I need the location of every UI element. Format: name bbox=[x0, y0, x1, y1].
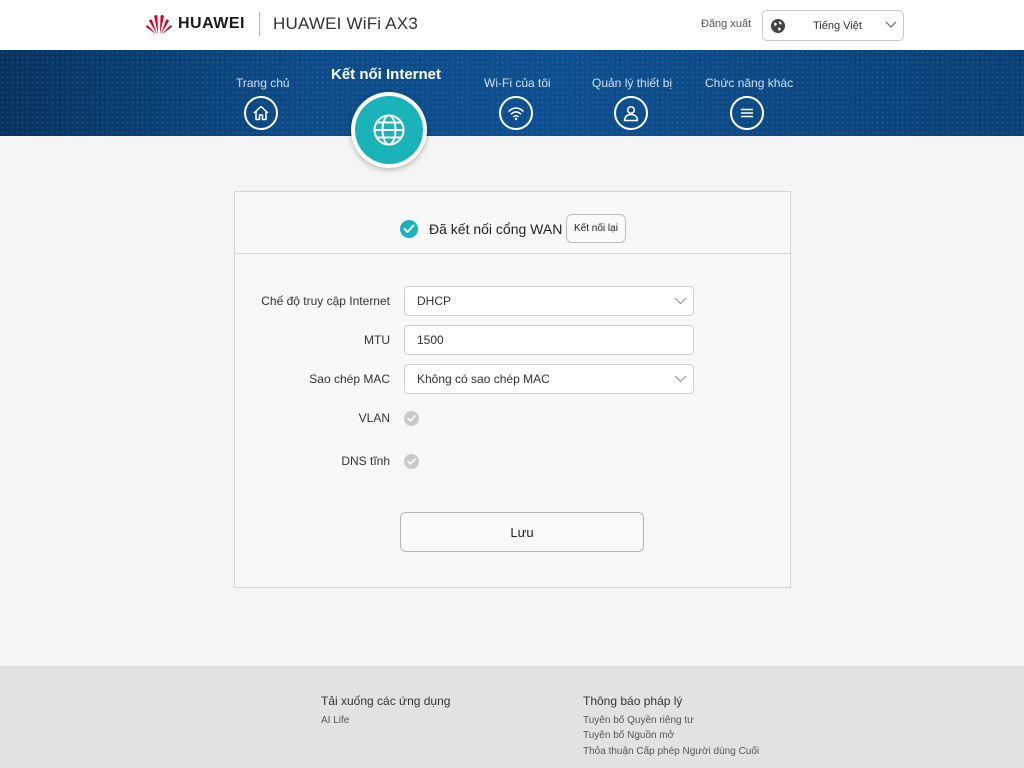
reconnect-button[interactable]: Kết nối lại bbox=[566, 214, 626, 243]
vlan-checkbox[interactable] bbox=[404, 411, 419, 426]
brand-name: HUAWEI bbox=[178, 15, 245, 32]
vlan-label: VLAN bbox=[358, 411, 390, 425]
main-nav: Trang chủ Kết nối Internet Wi-Fi của tôi… bbox=[0, 50, 1024, 136]
footer-link-eula[interactable]: Thỏa thuận Cấp phép Người dùng Cuối bbox=[583, 746, 759, 757]
footer-apps-title: Tải xuống các ứng dụng bbox=[321, 694, 451, 708]
product-name: HUAWEI WiFi AX3 bbox=[273, 14, 418, 33]
connection-status: Đã kết nối cổng WAN Kết nối lại bbox=[235, 192, 790, 254]
access-mode-select[interactable]: DHCP bbox=[404, 286, 694, 316]
logo-divider bbox=[259, 12, 260, 36]
chevron-down-icon bbox=[674, 297, 687, 305]
nav-label-devices: Quản lý thiết bị bbox=[592, 76, 673, 90]
mac-clone-select[interactable]: Không có sao chép MAC bbox=[404, 364, 694, 394]
mac-clone-label: Sao chép MAC bbox=[309, 372, 390, 386]
language-label: Tiếng Việt bbox=[813, 20, 862, 32]
wifi-icon[interactable] bbox=[499, 96, 533, 130]
logo: HUAWEI HUAWEI WiFi AX3 bbox=[145, 12, 418, 36]
language-select[interactable]: Tiếng Việt bbox=[762, 10, 904, 41]
status-text: Đã kết nối cổng WAN bbox=[429, 221, 563, 237]
static-dns-label: DNS tĩnh bbox=[341, 454, 390, 468]
mac-clone-value: Không có sao chép MAC bbox=[417, 372, 550, 386]
nav-item-devices[interactable]: Quản lý thiết bị bbox=[592, 76, 672, 90]
footer-link-ai-life[interactable]: AI Life bbox=[321, 715, 349, 726]
nav-label-internet[interactable]: Kết nối Internet bbox=[331, 66, 441, 83]
logout-link[interactable]: Đăng xuất bbox=[701, 18, 751, 30]
footer-link-privacy[interactable]: Tuyên bố Quyền riêng tư bbox=[583, 715, 694, 726]
user-icon[interactable] bbox=[614, 96, 648, 130]
chevron-down-icon bbox=[674, 375, 687, 383]
nav-label-more: Chức năng khác bbox=[705, 76, 794, 90]
nav-item-wifi[interactable]: Wi-Fi của tôi bbox=[484, 76, 551, 90]
access-mode-label: Chế độ truy cập Internet bbox=[261, 294, 390, 308]
top-bar: HUAWEI HUAWEI WiFi AX3 Đăng xuất Tiếng V… bbox=[0, 0, 1024, 50]
save-button[interactable]: Lưu bbox=[400, 512, 644, 552]
nav-active-inner bbox=[355, 96, 423, 164]
static-dns-checkbox[interactable] bbox=[404, 454, 419, 469]
nav-item-internet-active[interactable] bbox=[351, 92, 427, 168]
chevron-down-icon bbox=[885, 21, 897, 28]
internet-settings-card: Đã kết nối cổng WAN Kết nối lại Chế độ t… bbox=[234, 191, 791, 588]
footer-legal-title: Thông báo pháp lý bbox=[583, 694, 683, 708]
globe-icon bbox=[771, 19, 785, 33]
mtu-input[interactable] bbox=[404, 325, 694, 355]
home-icon[interactable] bbox=[244, 96, 278, 130]
access-mode-value: DHCP bbox=[417, 294, 452, 308]
mtu-label: MTU bbox=[364, 333, 390, 347]
nav-item-home[interactable]: Trang chủ bbox=[236, 76, 290, 90]
huawei-logo-icon bbox=[146, 15, 172, 35]
menu-icon[interactable] bbox=[730, 96, 764, 130]
footer-link-open-source[interactable]: Tuyên bố Nguồn mở bbox=[583, 730, 674, 741]
globe-icon bbox=[373, 114, 405, 146]
nav-label-home: Trang chủ bbox=[236, 76, 290, 90]
check-icon bbox=[407, 415, 416, 422]
nav-label-wifi: Wi-Fi của tôi bbox=[484, 76, 551, 90]
footer: Tải xuống các ứng dụng AI Life Thông báo… bbox=[0, 666, 1024, 768]
nav-item-more[interactable]: Chức năng khác bbox=[705, 76, 793, 90]
check-icon bbox=[407, 458, 416, 465]
check-circle-icon bbox=[400, 220, 418, 238]
